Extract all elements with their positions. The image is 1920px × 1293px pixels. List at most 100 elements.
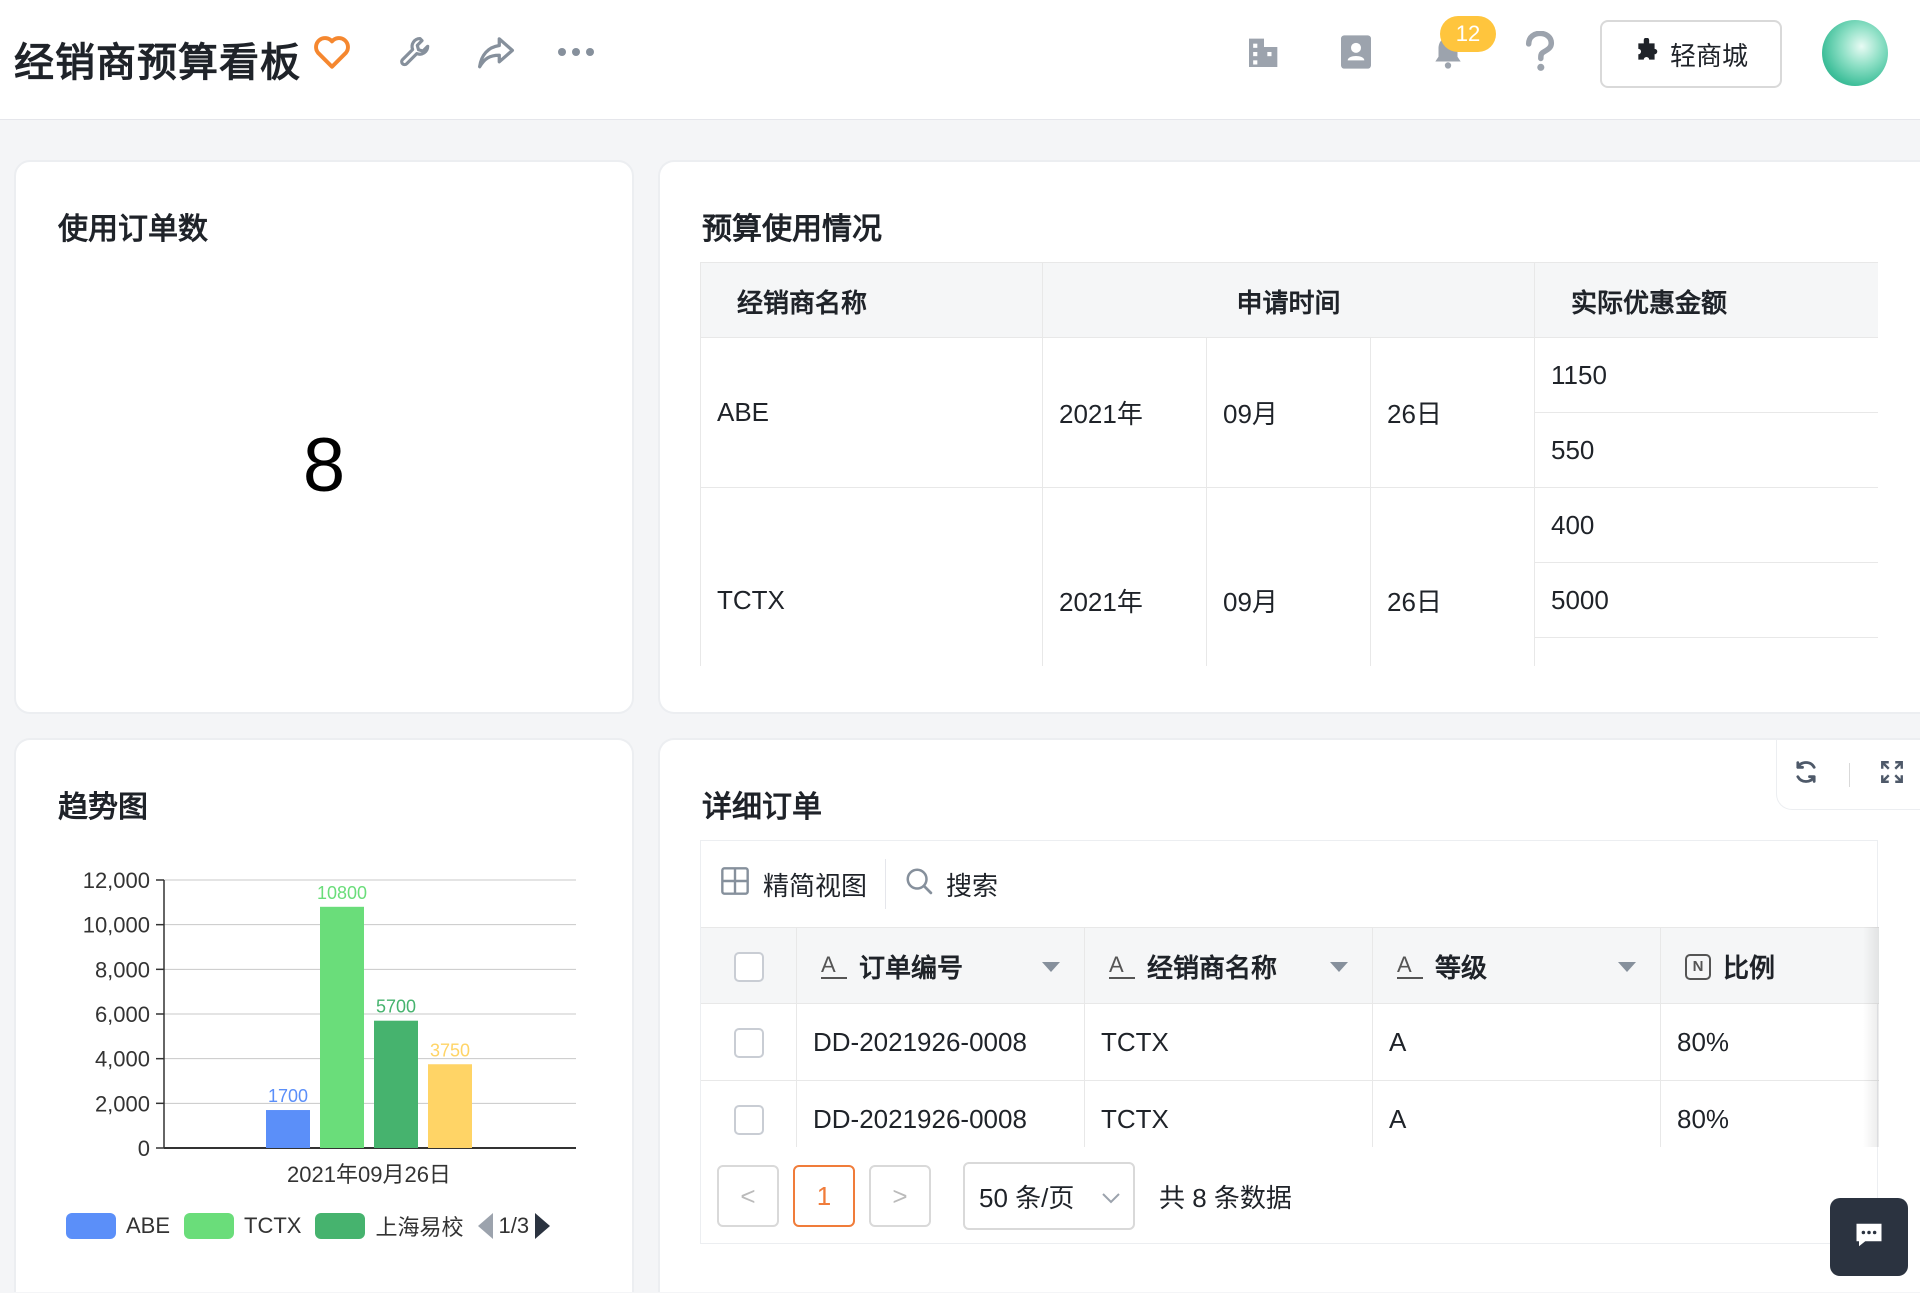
legend-item-shanghai[interactable]: 上海易校 [315,1210,464,1242]
refresh-icon[interactable] [1792,758,1820,791]
light-mall-label: 轻商城 [1669,40,1748,71]
y-tick-label: 12,000 [83,868,150,893]
next-page-button[interactable]: > [869,1165,931,1227]
budget-cell-amount: 5000 [1535,563,1878,638]
legend-prev-icon[interactable] [477,1213,493,1239]
bar-value-label: 3750 [430,1040,470,1060]
cell-ratio: 80% [1677,1027,1730,1057]
row-checkbox[interactable] [733,1104,764,1135]
top-header: 经销商预算看板 12 轻商城 [0,0,1920,120]
detail-orders-title: 详细订单 [702,791,822,824]
table-row[interactable]: DD-2021926-0008 TCTX A 80% [701,1081,1879,1147]
column-label: 等级 [1435,953,1488,983]
budget-cell-day: 26日 [1371,488,1535,666]
horizontal-scroll-shadow [1863,927,1879,1147]
select-all-checkbox[interactable] [733,951,764,982]
more-icon[interactable] [554,30,598,74]
budget-cell-amount-more [1535,638,1878,666]
building-icon[interactable] [1242,30,1286,74]
legend-label: TCTX [244,1213,302,1238]
favorite-heart-icon[interactable] [310,30,354,74]
orders-grid: A 订单编号 A 经销商名称 A 等级 N 比例 DD-2021926-0008… [701,927,1879,1147]
budget-cell-year: 2021年 [1043,488,1207,666]
select-all-cell [701,928,797,1005]
number-field-icon: N [1685,953,1711,980]
budget-table-header: 经销商名称 申请时间 实际优惠金额 [701,262,1878,339]
column-label: 比例 [1723,953,1776,983]
row-checkbox[interactable] [733,1027,764,1058]
column-order-no[interactable]: A 订单编号 [797,928,1085,1005]
contacts-icon[interactable] [1334,30,1378,74]
bar-value-label: 10800 [317,883,367,903]
budget-table: 经销商名称 申请时间 实际优惠金额 ABE 2021年 09月 26日 1150… [700,262,1878,666]
table-row[interactable]: DD-2021926-0008 TCTX A 80% [701,1004,1879,1081]
cell-ratio: 80% [1677,1104,1730,1134]
column-label: 经销商名称 [1147,953,1278,983]
bar [428,1064,472,1148]
total-count: 共 8 条数据 [1159,1182,1292,1213]
chat-button[interactable] [1830,1198,1908,1276]
prev-page-button[interactable]: < [717,1165,779,1227]
share-icon[interactable] [474,30,518,74]
chevron-down-icon[interactable] [1330,962,1348,972]
budget-cell-month: 09月 [1207,338,1371,488]
bar [374,1020,418,1148]
legend-item-tctx[interactable]: TCTX [184,1213,301,1239]
legend-item-abe[interactable]: ABE [66,1213,170,1239]
legend-swatch [184,1213,235,1239]
user-avatar[interactable] [1822,20,1888,86]
cell-level: A [1373,1081,1661,1147]
help-icon[interactable] [1518,30,1562,74]
y-tick-label: 4,000 [95,1047,150,1072]
page-title: 经销商预算看板 [14,41,301,85]
page-number-button[interactable]: 1 [793,1165,855,1227]
page-size-value: 50 条/页 [979,1182,1075,1213]
orders-header-row: A 订单编号 A 经销商名称 A 等级 N 比例 [701,927,1879,1005]
compact-view-button[interactable]: 精简视图 [701,865,885,904]
search-icon [904,866,934,903]
trend-chart-card: 趋势图 12,000 10,000 8,000 6,000 4,000 2,000 0 170… [14,738,634,1292]
column-level[interactable]: A 等级 [1373,928,1661,1005]
row-select-cell [701,1081,797,1147]
bar [320,906,364,1148]
grid-view-icon [719,865,751,904]
y-tick-label: 8,000 [95,957,150,982]
compact-view-label: 精简视图 [763,870,868,901]
bar [266,1110,310,1148]
light-mall-button[interactable]: 轻商城 [1600,20,1782,88]
row-select-cell [701,1004,797,1081]
legend-next-icon[interactable] [535,1213,551,1239]
wrench-icon[interactable] [394,30,438,74]
detail-orders-card: 详细订单 精简视图 搜索 A 订单编号 A 经销商名称 A 等级 N 比例 DD… [658,738,1920,1292]
legend-label: ABE [126,1213,171,1238]
chevron-down-icon[interactable] [1042,962,1060,972]
y-tick-label: 0 [138,1136,150,1161]
legend-swatch [66,1213,116,1239]
pagination: < 1 > 50 条/页 共 8 条数据 [701,1147,1877,1245]
budget-usage-title: 预算使用情况 [702,213,882,246]
cell-dealer: TCTX [1085,1081,1373,1147]
budget-cell-dealer: TCTX [701,488,1043,666]
cell-order-no: DD-2021926-0008 [797,1004,1085,1081]
trend-legend: ABE TCTX 上海易校 1/3 [66,1210,551,1242]
budget-cell-dealer: ABE [701,338,1043,488]
column-label: 订单编号 [859,953,964,983]
x-category-label: 2021年09月26日 [287,1162,451,1187]
text-field-icon: A [1109,953,1135,979]
cell-order-no: DD-2021926-0008 [797,1081,1085,1147]
order-count-card: 使用订单数 8 [14,160,634,714]
column-dealer-name[interactable]: A 经销商名称 [1085,928,1373,1005]
y-tick-label: 10,000 [83,913,150,938]
column-ratio[interactable]: N 比例 [1661,928,1879,1005]
orders-table-toolbar: 精简视图 搜索 [701,841,1877,927]
chevron-down-icon [1101,1181,1121,1212]
chevron-down-icon[interactable] [1618,962,1636,972]
budget-cell-day: 26日 [1371,338,1535,488]
cell-dealer: TCTX [1085,1004,1373,1081]
text-field-icon: A [1397,953,1423,979]
fullscreen-icon[interactable] [1879,759,1905,790]
page-size-select[interactable]: 50 条/页 [963,1162,1135,1230]
legend-label: 上海易校 [375,1215,464,1240]
search-button[interactable]: 搜索 [886,866,1016,903]
budget-cell-amount: 1150 [1535,338,1878,413]
